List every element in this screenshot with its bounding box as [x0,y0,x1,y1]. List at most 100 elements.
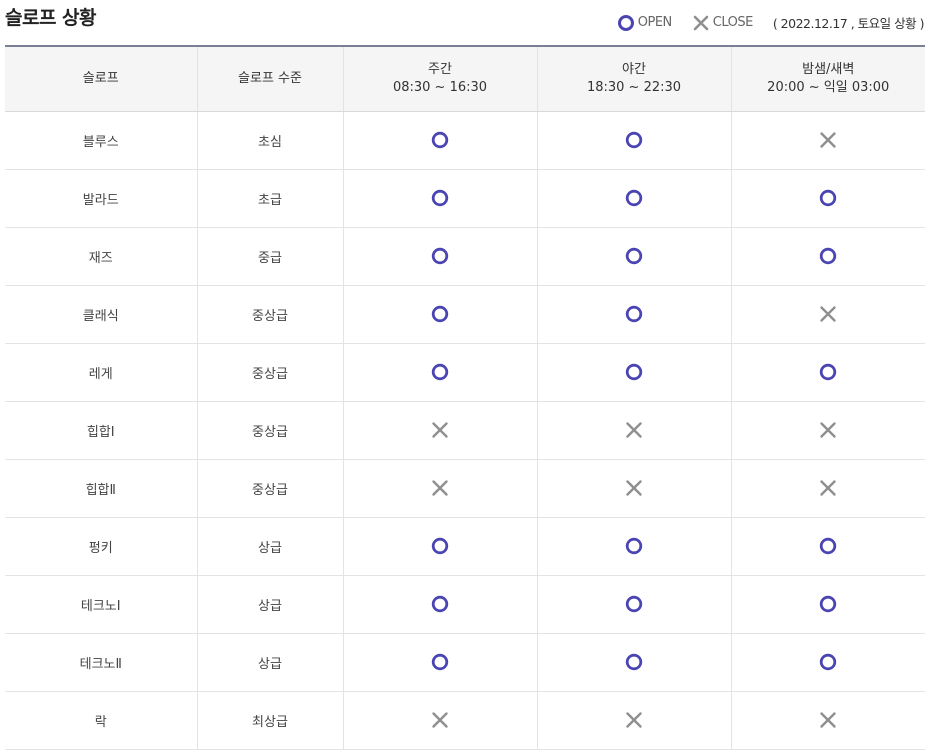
night-status-cell [536,401,731,460]
table-row: 테크노Ⅰ 상급 [5,575,925,634]
night-status-cell [536,169,731,228]
open-circle-icon [625,247,643,265]
column-header-night-name: 야간 [622,61,646,77]
late-status-cell [730,401,925,460]
column-header-day: 주간 08:30 ~ 16:30 [342,45,537,112]
slope-name-cell: 테크노Ⅰ [5,575,197,634]
column-header-day-time: 08:30 ~ 16:30 [392,79,488,95]
table-row: 테크노Ⅱ 상급 [5,633,925,692]
slope-name-cell: 락 [5,691,197,750]
night-status-cell [536,575,731,634]
day-status-cell [342,169,537,228]
slope-name-cell: 클래식 [5,285,197,344]
column-header-late-name: 밤샘/새벽 [802,61,855,77]
night-status-cell [536,343,731,402]
late-status-cell [730,111,925,170]
open-circle-icon [820,595,837,613]
open-circle-icon [625,653,643,671]
day-status-cell [342,343,537,402]
close-x-icon [693,15,709,30]
late-status-cell [730,575,925,634]
table-body: 블루스 초심 발라드 초급 재즈 중급 클래식 중상급 레게 중상급 힙합Ⅰ 중상급 힙합Ⅱ 중상급 펑키 상… [5,111,925,750]
slope-status-table: 슬로프 슬로프 수준 주간 08:30 ~ 16:30 야간 18:30 ~ 2… [5,45,925,750]
status-date: ( 2022.12.17 , 토요일 상황 ) [772,16,925,31]
table-row: 블루스 초심 [5,111,925,170]
legend-open-label: OPEN [637,15,673,30]
open-circle-icon [431,247,449,265]
late-status-cell [730,169,925,228]
close-x-icon [820,712,836,728]
column-header-day-name: 주간 [428,61,452,77]
day-status-cell [342,111,537,170]
open-circle-icon [820,363,837,381]
close-x-icon [432,422,448,438]
slope-level-cell: 중상급 [196,401,343,460]
late-status-cell [730,343,925,402]
night-status-cell [536,111,731,170]
slope-name-cell: 테크노Ⅱ [5,633,197,692]
slope-name-cell: 블루스 [5,111,197,170]
open-circle-icon [625,305,643,323]
day-status-cell [342,401,537,460]
table-row: 힙합Ⅰ 중상급 [5,401,925,460]
table-row: 힙합Ⅱ 중상급 [5,459,925,518]
open-circle-icon [625,595,643,613]
table-header-row: 슬로프 슬로프 수준 주간 08:30 ~ 16:30 야간 18:30 ~ 2… [5,45,925,112]
legend-open: OPEN [617,14,672,32]
close-x-icon [820,422,836,438]
page-header: 슬로프 상황 OPEN CLOSE ( 2022.12.17 , 토요일 상황 … [0,0,928,46]
slope-name-cell: 재즈 [5,227,197,286]
day-status-cell [342,575,537,634]
close-x-icon [820,132,836,148]
legend-close-label: CLOSE [712,15,754,30]
open-circle-icon [820,247,837,265]
slope-level-cell: 최상급 [196,691,343,750]
legend-close: CLOSE [692,14,753,32]
open-circle-icon [431,537,449,555]
open-circle-icon [431,305,449,323]
slope-level-cell: 중상급 [196,285,343,344]
night-status-cell [536,691,731,750]
open-circle-icon [431,189,449,207]
page-title: 슬로프 상황 [5,7,97,29]
table-row: 클래식 중상급 [5,285,925,344]
slope-name-cell: 발라드 [5,169,197,228]
night-status-cell [536,517,731,576]
table-row: 펑키 상급 [5,517,925,576]
day-status-cell [342,459,537,518]
open-circle-icon [625,537,643,555]
slope-name-cell: 힙합Ⅰ [5,401,197,460]
table-row: 재즈 중급 [5,227,925,286]
slope-level-cell: 상급 [196,517,343,576]
open-circle-icon [820,537,837,555]
late-status-cell [730,517,925,576]
slope-level-cell: 중상급 [196,459,343,518]
day-status-cell [342,517,537,576]
table-row: 레게 중상급 [5,343,925,402]
late-status-cell [730,285,925,344]
slope-level-cell: 상급 [196,633,343,692]
open-circle-icon [625,131,643,149]
slope-level-cell: 초심 [196,111,343,170]
column-header-late: 밤샘/새벽 20:00 ~ 익일 03:00 [730,45,925,112]
column-header-night: 야간 18:30 ~ 22:30 [536,45,731,112]
day-status-cell [342,285,537,344]
close-x-icon [432,712,448,728]
slope-name-cell: 힙합Ⅱ [5,459,197,518]
close-x-icon [432,480,448,496]
day-status-cell [342,633,537,692]
slope-level-cell: 상급 [196,575,343,634]
slope-level-cell: 중상급 [196,343,343,402]
close-x-icon [626,480,642,496]
legend: OPEN CLOSE ( 2022.12.17 , 토요일 상황 ) [617,13,925,32]
open-circle-icon [625,189,643,207]
open-circle-icon [431,595,449,613]
late-status-cell [730,227,925,286]
column-header-night-time: 18:30 ~ 22:30 [586,79,682,95]
night-status-cell [536,459,731,518]
open-circle-icon [431,363,449,381]
slope-name-cell: 레게 [5,343,197,402]
table-row: 락 최상급 [5,691,925,750]
open-circle-icon [820,653,837,671]
close-x-icon [626,712,642,728]
